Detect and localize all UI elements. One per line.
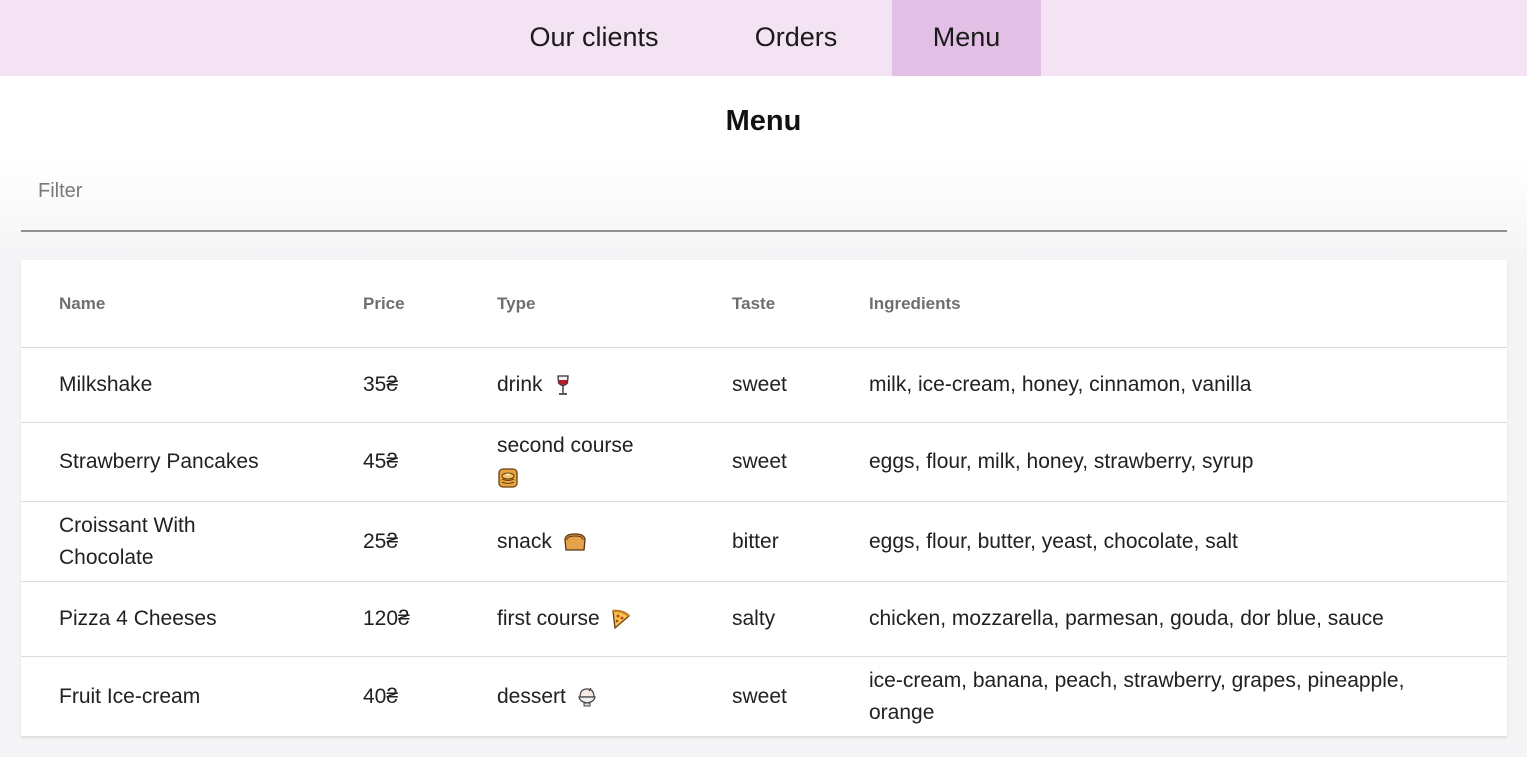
filter-input[interactable]	[21, 160, 1507, 222]
cell-ingredients: eggs, flour, butter, yeast, chocolate, s…	[869, 529, 1238, 553]
menu-table: Name Price Type Taste Ingredients Milksh…	[21, 260, 1507, 737]
table-header-row: Name Price Type Taste Ingredients	[21, 260, 1507, 348]
cell-taste: bitter	[732, 529, 779, 553]
type-label: drink	[497, 373, 543, 396]
page-title: Menu	[725, 105, 802, 137]
type-label: first course	[497, 607, 600, 630]
type-label: second course	[497, 434, 634, 457]
type-label: snack	[497, 529, 552, 553]
cell-price: 25₴	[363, 529, 399, 553]
column-header-name[interactable]: Name	[59, 260, 339, 347]
cell-type: second course	[497, 423, 687, 501]
shaved-ice-icon	[577, 687, 596, 707]
tab-our-clients[interactable]: Our clients	[512, 0, 676, 76]
cell-type: drink	[497, 348, 687, 422]
cell-taste: sweet	[732, 450, 787, 473]
bread-icon	[564, 533, 586, 551]
cell-ingredients: milk, ice-cream, honey, cinnamon, vanill…	[869, 373, 1252, 396]
tab-menu[interactable]: Menu	[892, 0, 1041, 76]
cell-price: 45₴	[363, 450, 399, 473]
cell-ingredients: chicken, mozzarella, parmesan, gouda, do…	[869, 607, 1384, 630]
cell-taste: sweet	[732, 684, 787, 708]
column-header-price[interactable]: Price	[363, 260, 483, 347]
cell-name: Strawberry Pancakes	[59, 450, 259, 473]
cell-name: Milkshake	[59, 373, 153, 396]
cell-type: snack	[497, 502, 687, 581]
filter-field	[21, 160, 1507, 232]
cell-type: dessert	[497, 657, 687, 736]
table-row[interactable]: Milkshake 35₴ drink sweet milk, ice-crea…	[21, 348, 1507, 423]
table-row[interactable]: Strawberry Pancakes 45₴ second course sw…	[21, 423, 1507, 502]
cell-name: Fruit Ice-cream	[59, 684, 201, 708]
column-header-taste[interactable]: Taste	[732, 260, 852, 347]
cell-type: first course	[497, 582, 687, 656]
pizza-icon	[611, 610, 630, 630]
cell-price: 120₴	[363, 607, 410, 630]
column-header-type[interactable]: Type	[497, 260, 687, 347]
cell-taste: salty	[732, 607, 776, 630]
column-header-ingredients[interactable]: Ingredients	[869, 260, 1469, 347]
top-navigation: Our clients Orders Menu	[0, 0, 1527, 76]
table-row[interactable]: Croissant With Chocolate 25₴ snack bitte…	[21, 502, 1507, 582]
cell-name: Croissant With Chocolate	[59, 513, 196, 569]
cell-ingredients: eggs, flour, milk, honey, strawberry, sy…	[869, 450, 1254, 473]
tab-orders[interactable]: Orders	[738, 0, 854, 76]
cell-name: Pizza 4 Cheeses	[59, 607, 217, 630]
cell-price: 40₴	[363, 684, 399, 708]
type-label: dessert	[497, 684, 566, 708]
wine-glass-icon	[557, 375, 570, 396]
cell-ingredients: ice-cream, banana, peach, strawberry, gr…	[869, 668, 1405, 724]
cell-taste: sweet	[732, 373, 787, 396]
table-row[interactable]: Fruit Ice-cream 40₴ dessert sweet ice-cr…	[21, 657, 1507, 737]
cell-price: 35₴	[363, 373, 399, 396]
table-row[interactable]: Pizza 4 Cheeses 120₴ first course salty …	[21, 582, 1507, 657]
pancakes-icon	[498, 468, 518, 489]
